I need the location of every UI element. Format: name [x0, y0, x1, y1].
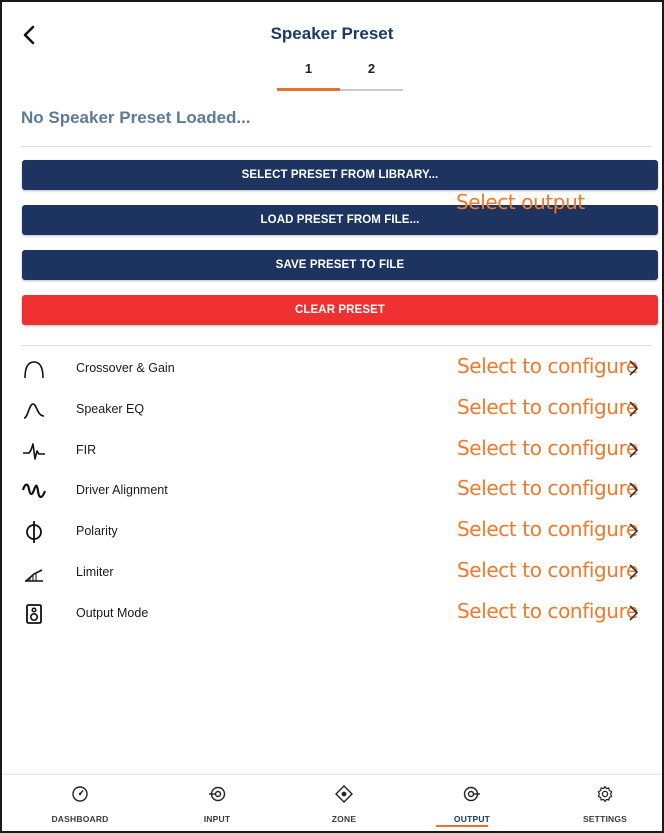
load-preset-file-button[interactable]: LOAD PRESET FROM FILE...: [22, 205, 658, 235]
app-frame: Speaker Preset 1 2 No Speaker Preset Loa…: [0, 0, 664, 833]
config-label: Output Mode: [76, 606, 149, 620]
nav-active-indicator: [436, 825, 488, 827]
preset-status-text: No Speaker Preset Loaded...: [21, 108, 251, 127]
tab-2[interactable]: 2: [340, 58, 403, 88]
zone-icon: [335, 785, 353, 803]
config-label: Speaker EQ: [76, 402, 145, 416]
config-label: Driver Alignment: [76, 483, 168, 497]
config-item-polarity[interactable]: Polarity Select to configure: [2, 512, 662, 552]
divider: [21, 345, 652, 346]
clear-preset-button[interactable]: CLEAR PRESET: [22, 295, 658, 325]
input-icon: [209, 786, 226, 802]
config-label: Crossover & Gain: [76, 361, 175, 375]
chevron-right-icon: [629, 605, 639, 621]
select-preset-library-button[interactable]: SELECT PRESET FROM LIBRARY...: [22, 160, 658, 190]
config-value: Select to configure: [457, 476, 638, 500]
gauge-icon: [72, 786, 88, 802]
fir-impulse-icon: [23, 443, 45, 460]
nav-zone[interactable]: ZONE: [289, 785, 399, 831]
chevron-right-icon: [629, 523, 639, 539]
config-item-crossover-gain[interactable]: Crossover & Gain Select to configure: [2, 349, 662, 389]
speaker-box-icon: [26, 604, 42, 624]
chevron-right-icon: [629, 482, 639, 498]
page-title: Speaker Preset: [270, 24, 394, 43]
chevron-right-icon: [629, 401, 639, 417]
nav-label: SETTINGS: [582, 814, 628, 824]
config-value: Select to configure: [457, 395, 638, 419]
config-item-output-mode[interactable]: Output Mode Select to configure: [2, 594, 662, 634]
config-value: Select to configure: [457, 436, 638, 460]
eq-curve-icon: [23, 403, 45, 419]
polarity-phi-icon: [26, 521, 42, 543]
divider: [21, 146, 652, 147]
nav-label: INPUT: [203, 814, 231, 824]
limiter-icon: [25, 569, 43, 582]
chevron-right-icon: [629, 564, 639, 580]
gear-icon: [597, 785, 613, 803]
nav-dashboard[interactable]: DASHBOARD: [25, 785, 135, 831]
config-value: Select to configure: [457, 517, 638, 541]
chevron-right-icon: [629, 360, 639, 376]
nav-label: OUTPUT: [453, 814, 491, 824]
bottom-navigation: DASHBOARD INPUT ZONE OUTPUT SETTINGS: [2, 774, 662, 831]
config-item-limiter[interactable]: Limiter Select to configure: [2, 553, 662, 593]
config-value: Select to configure: [457, 558, 638, 582]
nav-settings[interactable]: SETTINGS: [550, 785, 660, 831]
tab-1[interactable]: 1: [277, 58, 340, 88]
output-icon: [463, 786, 480, 802]
config-label: Polarity: [76, 524, 118, 538]
nav-input[interactable]: INPUT: [162, 785, 272, 831]
config-value: Select to configure: [457, 354, 638, 378]
config-value: Select to configure: [457, 599, 638, 623]
config-item-driver-alignment[interactable]: Driver Alignment Select to configure: [2, 471, 662, 511]
config-label: Limiter: [76, 565, 114, 579]
config-item-speaker-eq[interactable]: Speaker EQ Select to configure: [2, 390, 662, 430]
config-item-fir[interactable]: FIR Select to configure: [2, 431, 662, 471]
tab-active-indicator: [277, 88, 340, 91]
speaker-tabs: 1 2: [277, 58, 403, 92]
nav-label: ZONE: [331, 814, 357, 824]
chevron-right-icon: [629, 442, 639, 458]
driver-alignment-icon: [22, 483, 46, 499]
nav-label: DASHBOARD: [51, 814, 109, 824]
save-preset-file-button[interactable]: SAVE PRESET TO FILE: [22, 250, 658, 280]
config-label: FIR: [76, 443, 97, 457]
crossover-curve-icon: [24, 361, 44, 379]
